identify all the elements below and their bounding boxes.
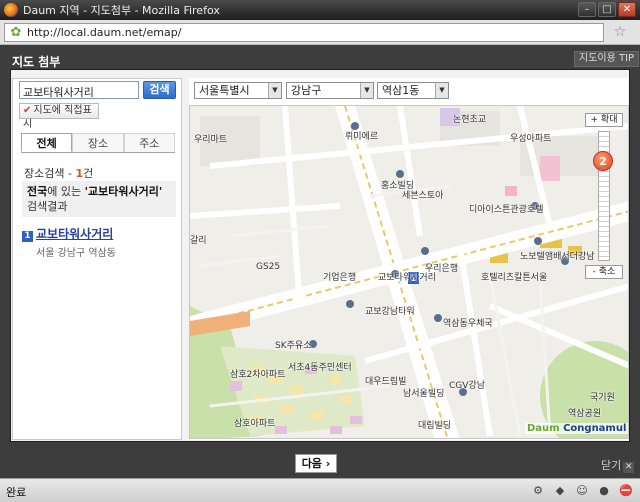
district-select-value: 강남구 — [291, 84, 322, 97]
map-label: CGV강남 — [449, 381, 485, 391]
map-label: 우리마트 — [194, 135, 228, 145]
result-query: '교보타워사거리' — [84, 185, 163, 198]
result-count-prefix: 장소검색 - — [24, 167, 76, 180]
close-popup-label: 닫기 — [601, 459, 622, 472]
tab-places[interactable]: 장소 — [72, 133, 124, 152]
address-bar: ✿ http://local.daum.net/emap/ ☆ — [0, 20, 640, 45]
mark-on-map-button[interactable]: ✔ 지도에 직접표시 — [19, 103, 99, 130]
tab-all[interactable]: 전체 — [21, 133, 73, 152]
map-label: 갈리 — [190, 236, 207, 246]
window-titlebar: Daum 지역 - 지도첨부 - Mozilla Firefox – □ ✕ — [0, 0, 640, 20]
map-label: 교보강남타워 — [365, 307, 415, 317]
map-label: 호텔리츠칼튼서울 — [481, 273, 548, 283]
map-label: 디아이스튼관광호텔 — [469, 205, 544, 215]
result-count: 장소검색 - 1건 — [24, 165, 93, 181]
status-bar: 완료 ⚙ ◆ ☺ ● ⛔ — [0, 478, 640, 502]
map-label: SK주유소 — [275, 341, 312, 351]
map-label: 우성아파트 — [510, 134, 552, 144]
map-label: 교보타워사거리 — [378, 273, 436, 283]
result-count-suffix: 건 — [83, 167, 94, 180]
addon-face-icon[interactable]: ☺ — [574, 483, 590, 499]
map-label: 뤼미에르 — [345, 132, 379, 142]
map-label: 노보텔앰배서더강남 — [520, 252, 595, 262]
map-label: 역삼공원 — [568, 409, 602, 419]
map-label: 대우드림빌 — [365, 377, 407, 387]
daum-logo: Daum — [527, 423, 560, 434]
close-popup-button[interactable]: 닫기 ✕ — [601, 457, 635, 473]
search-input[interactable]: 교보타워사거리 — [19, 81, 139, 99]
dong-select[interactable]: 역삼1동 ▼ — [377, 82, 449, 99]
result-marker-icon: 1 — [22, 231, 33, 242]
chevron-down-icon: ▼ — [435, 83, 448, 98]
map-tip-button[interactable]: 지도이용 TIP — [574, 51, 640, 67]
url-text: http://local.daum.net/emap/ — [27, 26, 182, 39]
window-controls: – □ ✕ — [578, 2, 636, 17]
close-window-button[interactable]: ✕ — [618, 2, 636, 17]
minimize-button[interactable]: – — [578, 2, 596, 17]
close-icon: ✕ — [623, 462, 635, 473]
chevron-down-icon: ▼ — [268, 83, 281, 98]
zoom-out-button[interactable]: - 축소 — [585, 265, 623, 279]
result-address: 서울 강남구 역삼동 — [36, 248, 116, 259]
congnamul-logo: Congnamul — [563, 423, 627, 434]
search-button[interactable]: 검색 — [143, 81, 176, 99]
map-label: 세븐스토아 — [402, 191, 444, 201]
result-summary-suffix: 검색결과 — [27, 200, 68, 213]
map-label: 역삼동우체국 — [443, 319, 493, 329]
check-icon: ✔ — [23, 105, 32, 116]
adblock-icon[interactable]: ⛔ — [618, 483, 634, 499]
result-name-link[interactable]: 교보타워사거리 — [36, 227, 113, 241]
result-tabs: 전체 장소 주소 — [21, 133, 175, 153]
firefox-icon — [4, 3, 18, 17]
map-label: 삼호아파트 — [234, 419, 276, 429]
zoom-in-button[interactable]: + 확대 — [585, 113, 623, 127]
result-count-number: 1 — [75, 167, 84, 180]
chevron-down-icon: ▼ — [360, 83, 373, 98]
addon-diamond-icon[interactable]: ◆ — [552, 483, 568, 499]
map-brand-logo: Daum Congnamul — [525, 423, 629, 434]
map-label: 논현초교 — [453, 115, 487, 125]
map-label: 삼호2차아파트 — [230, 370, 286, 380]
window-title: Daum 지역 - 지도첨부 - Mozilla Firefox — [23, 4, 220, 17]
tab-address[interactable]: 주소 — [123, 133, 175, 152]
firefox-addon-icon[interactable]: ● — [596, 483, 612, 499]
map-view[interactable]: 1 논현초교 우리마트 뤼미에르 우성아파트 홍소빌딩 세븐스토아 디아이스튼관… — [189, 105, 629, 439]
map-label: 기업은행 — [323, 273, 357, 283]
zoom-slider-handle[interactable]: 2 — [593, 151, 613, 171]
map-label: 남서울빌딩 — [403, 389, 445, 399]
map-label: 서초4동주민센터 — [288, 363, 352, 373]
addon-gear-icon[interactable]: ⚙ — [530, 483, 546, 499]
dong-select-value: 역삼1동 — [382, 84, 420, 97]
status-text: 완료 — [6, 486, 27, 499]
bookmark-star-icon[interactable]: ☆ — [610, 23, 630, 42]
city-select[interactable]: 서울특별시 ▼ — [194, 82, 282, 99]
map-label: 대림빌딩 — [418, 421, 452, 431]
map-label: 국기원 — [590, 393, 615, 403]
result-scope-mid: 에 있는 — [47, 185, 85, 198]
list-item[interactable]: 1 교보타워사거리 서울 강남구 역삼동 — [22, 225, 160, 259]
status-icons: ⚙ ◆ ☺ ● ⛔ — [530, 483, 634, 499]
next-button[interactable]: 다음 › — [295, 454, 337, 473]
map-label: GS25 — [256, 262, 281, 272]
city-select-value: 서울특별시 — [199, 84, 250, 97]
maximize-button[interactable]: □ — [598, 2, 616, 17]
result-scope: 전국 — [27, 185, 48, 198]
url-field[interactable]: ✿ http://local.daum.net/emap/ — [4, 23, 604, 42]
daum-favicon-icon: ✿ — [10, 24, 22, 40]
result-summary: 전국에 있는 '교보타워사거리' 검색결과 — [22, 181, 176, 217]
popup-title: 지도 첨부 — [12, 55, 61, 69]
district-select[interactable]: 강남구 ▼ — [286, 82, 374, 99]
zoom-control: + 확대 2 - 축소 — [585, 113, 623, 281]
